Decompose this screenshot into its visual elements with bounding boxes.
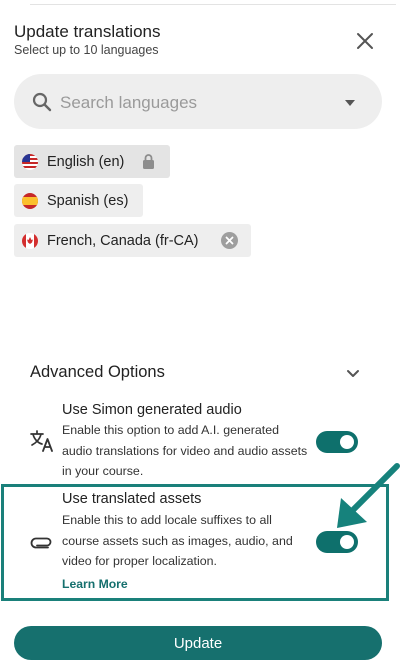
canada-flag-icon (22, 232, 38, 249)
search-input[interactable] (58, 88, 342, 118)
language-chip-label: English (en) (47, 153, 125, 170)
top-divider (30, 4, 396, 5)
language-chip-label: Spanish (es) (47, 192, 129, 209)
option-title: Use Simon generated audio (62, 402, 242, 418)
search-icon (31, 91, 53, 113)
simon-audio-toggle[interactable] (316, 431, 358, 453)
dropdown-arrow-icon[interactable] (344, 96, 356, 108)
dialog-subtitle: Select up to 10 languages (14, 43, 159, 57)
chevron-down-icon[interactable] (346, 367, 360, 379)
close-icon[interactable] (352, 28, 378, 54)
dialog-title: Update translations (14, 22, 161, 41)
language-chip-french-canada: French, Canada (fr-CA) (14, 224, 251, 257)
toggle-knob (340, 435, 354, 449)
pointer-arrow-icon (325, 460, 401, 536)
remove-icon[interactable] (221, 232, 238, 249)
advanced-options-title: Advanced Options (30, 363, 165, 381)
language-search (14, 74, 382, 129)
us-flag-icon (22, 153, 38, 170)
option-description: Enable this option to add A.I. generated… (62, 423, 308, 478)
translate-icon (30, 430, 54, 457)
update-button[interactable]: Update (14, 626, 382, 660)
lock-icon (140, 153, 157, 170)
language-chip-english: English (en) (14, 145, 170, 178)
spain-flag-icon (22, 192, 38, 209)
language-chip-spanish: Spanish (es) (14, 184, 143, 217)
language-chip-label: French, Canada (fr-CA) (47, 232, 199, 249)
